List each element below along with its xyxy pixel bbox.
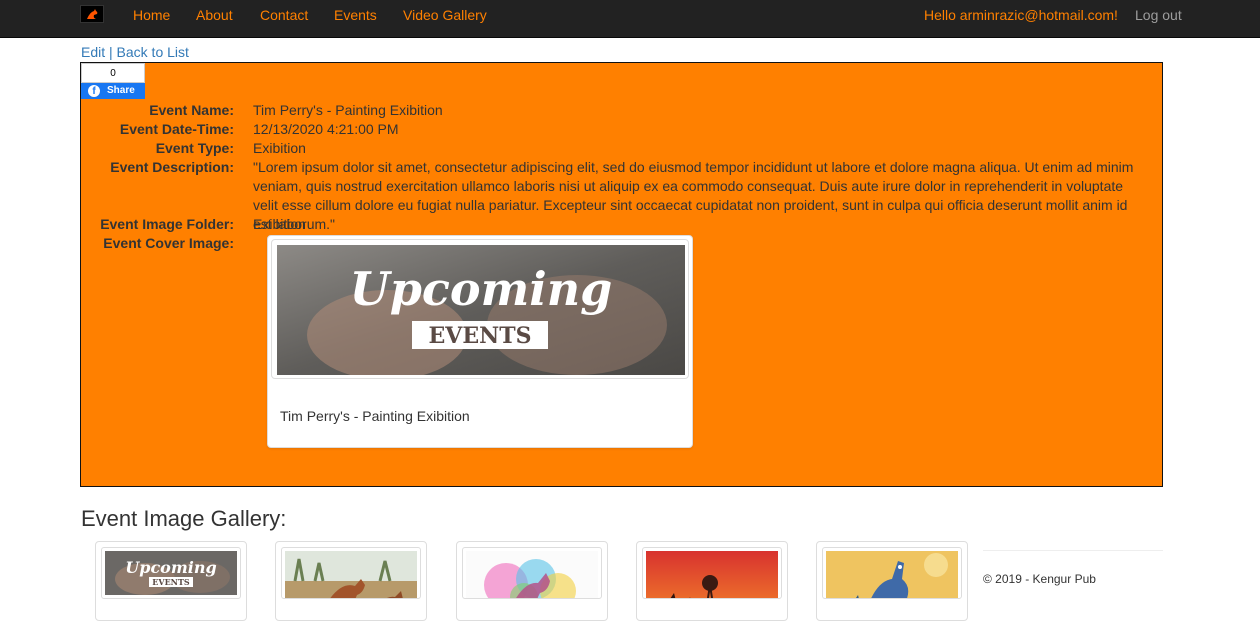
share-label: Share <box>107 85 135 96</box>
nav-events[interactable]: Events <box>334 7 377 23</box>
gallery-thumbnail: Upcoming EVENTS <box>101 547 241 599</box>
gallery-thumbnail <box>822 547 962 599</box>
nav-home[interactable]: Home <box>133 7 170 23</box>
gallery-image-subtitle: EVENTS <box>152 577 190 587</box>
share-count: 0 <box>81 63 145 83</box>
facebook-share-button[interactable]: f Share <box>81 83 145 99</box>
gallery-thumbnail <box>462 547 602 599</box>
nav-contact[interactable]: Contact <box>260 7 308 23</box>
nav-about[interactable]: About <box>196 7 233 23</box>
gallery-title: Event Image Gallery: <box>81 506 287 531</box>
action-links: Edit | Back to List <box>81 44 189 60</box>
gallery-item[interactable] <box>456 541 608 621</box>
event-image-folder-value: Exibition <box>253 216 306 232</box>
action-separator: | <box>109 44 113 60</box>
gallery-item[interactable]: Upcoming EVENTS <box>95 541 247 621</box>
event-datetime-value: 12/13/2020 4:21:00 PM <box>253 121 399 137</box>
cover-image-caption: Tim Perry's - Painting Exibition <box>280 408 470 424</box>
gallery-item[interactable] <box>816 541 968 621</box>
edit-link[interactable]: Edit <box>81 44 105 60</box>
facebook-share-widget: 0 f Share <box>81 63 145 99</box>
gallery-item[interactable] <box>275 541 427 621</box>
event-details-panel: 0 f Share Event Name: Tim Perry's - Pain… <box>80 62 1163 487</box>
event-name-label: Event Name: <box>149 102 234 118</box>
gallery-thumbnail <box>281 547 421 599</box>
footer-divider <box>983 550 1163 551</box>
gallery-thumbnail <box>642 547 782 599</box>
cover-image-thumbnail[interactable]: Upcoming EVENTS <box>271 239 689 380</box>
navbar: Home About Contact Events Video Gallery … <box>0 0 1260 38</box>
event-cover-image-label: Event Cover Image: <box>103 235 234 251</box>
cover-image-subtitle: EVENTS <box>429 323 532 349</box>
event-name-value: Tim Perry's - Painting Exibition <box>253 102 443 118</box>
kangaroo-logo-icon[interactable] <box>80 5 104 23</box>
event-type-label: Event Type: <box>155 140 234 156</box>
upcoming-events-image: Upcoming EVENTS <box>277 245 685 380</box>
event-description-value: "Lorem ipsum dolor sit amet, consectetur… <box>253 159 1134 232</box>
cover-image-title: Upcoming <box>350 262 613 316</box>
cover-image-card: Upcoming EVENTS Tim Perry's - Painting E… <box>267 235 693 448</box>
back-to-list-link[interactable]: Back to List <box>117 44 189 60</box>
event-datetime-label: Event Date-Time: <box>119 121 234 137</box>
event-image-folder-label: Event Image Folder: <box>100 216 234 232</box>
upcoming-events-image: Upcoming EVENTS <box>105 551 237 595</box>
footer-copyright: © 2019 - Kengur Pub <box>983 572 1096 586</box>
event-type-value: Exibition <box>253 140 306 156</box>
user-greeting-link[interactable]: Hello arminrazic@hotmail.com! <box>924 7 1118 23</box>
nav-video-gallery[interactable]: Video Gallery <box>403 7 487 23</box>
logout-link[interactable]: Log out <box>1135 7 1182 23</box>
event-description-label: Event Description: <box>110 159 234 175</box>
facebook-icon: f <box>88 85 100 97</box>
kangaroo-painting-sunset <box>646 551 778 598</box>
kangaroo-painting-colorful <box>826 551 958 598</box>
kangaroo-painting-bush <box>285 551 417 598</box>
gallery-image-title: Upcoming <box>125 558 216 577</box>
gallery-item[interactable] <box>636 541 788 621</box>
kangaroo-painting-watercolor <box>466 551 598 598</box>
